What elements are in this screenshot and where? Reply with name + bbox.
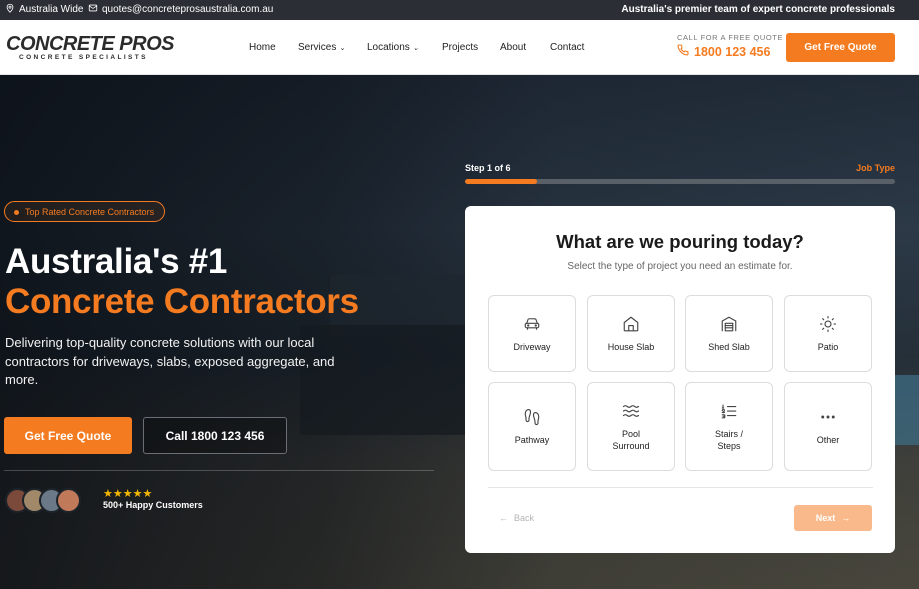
nav-contact[interactable]: Contact (550, 42, 584, 53)
progress-fill (465, 179, 537, 184)
hero-description: Delivering top-quality concrete solution… (5, 335, 335, 387)
footprints-icon (524, 408, 540, 425)
hero-heading-line2: Concrete Contractors (5, 282, 359, 321)
house-icon (623, 316, 639, 331)
nav-locations[interactable]: Locations ⌄ (367, 42, 419, 53)
call-label: CALL FOR A FREE QUOTE (677, 33, 784, 42)
logo-name: CONCRETE PROS (6, 33, 174, 55)
option-driveway[interactable]: Driveway (488, 295, 576, 372)
call-box[interactable]: CALL FOR A FREE QUOTE 1800 123 456 (677, 33, 783, 59)
customer-avatars (5, 488, 95, 514)
hero-heading-line1: Australia's #1 (5, 242, 228, 281)
rating-stars: ★★★★★ (103, 488, 153, 500)
back-button[interactable]: ← Back (499, 513, 534, 523)
step-progress-bar (465, 179, 895, 184)
more-icon (821, 415, 835, 418)
nav-home[interactable]: Home (249, 42, 276, 53)
list-steps-icon (721, 403, 737, 418)
chevron-down-icon: ⌄ (412, 44, 419, 52)
arrow-left-icon: ← (499, 513, 508, 523)
location-info: Australia Wide (5, 3, 83, 16)
top-info-bar: Australia Wide quotes@concreteprosaustra… (0, 0, 919, 20)
top-rated-badge: Top Rated Concrete Contractors (4, 201, 166, 222)
option-stairs-steps[interactable]: Stairs / Steps (685, 382, 773, 471)
logo[interactable]: CONCRETE PROS CONCRETE SPECIALISTS (6, 34, 174, 62)
quote-title: What are we pouring today? (556, 231, 804, 252)
mail-icon (88, 3, 98, 16)
nav-services[interactable]: Services ⌄ (298, 42, 345, 53)
happy-customers: 500+ Happy Customers (103, 500, 203, 510)
quote-subtitle: Select the type of project you need an e… (567, 261, 793, 272)
warehouse-icon (721, 316, 737, 331)
step-name: Job Type (856, 163, 895, 173)
car-icon (524, 317, 540, 330)
site-header: CONCRETE PROS CONCRETE SPECIALISTS Home … (0, 20, 919, 75)
option-other[interactable]: Other (784, 382, 872, 471)
next-button[interactable]: Next → (794, 505, 872, 531)
hero-call-button[interactable]: Call 1800 123 456 (143, 417, 287, 454)
sun-icon (819, 315, 837, 332)
option-patio[interactable]: Patio (784, 295, 872, 372)
option-shed-slab[interactable]: Shed Slab (685, 295, 773, 372)
waves-icon (622, 404, 640, 417)
avatar (56, 488, 81, 513)
logo-subtitle: CONCRETE SPECIALISTS (19, 54, 148, 61)
tagline: Australia's premier team of expert concr… (621, 4, 895, 15)
phone-number[interactable]: 1800 123 456 (677, 44, 783, 59)
email-link[interactable]: quotes@concreteprosaustralia.com.au (88, 3, 273, 16)
phone-icon (677, 44, 689, 59)
divider (4, 470, 434, 471)
map-pin-icon (5, 3, 15, 16)
quote-card: What are we pouring today? Select the ty… (465, 206, 895, 553)
option-pathway[interactable]: Pathway (488, 382, 576, 471)
location-text: Australia Wide (19, 4, 84, 15)
card-divider (488, 487, 873, 488)
nav-about[interactable]: About (500, 42, 526, 53)
option-house-slab[interactable]: House Slab (587, 295, 675, 372)
hero-get-quote-button[interactable]: Get Free Quote (4, 417, 132, 454)
header-get-quote-button[interactable]: Get Free Quote (786, 33, 895, 62)
chevron-down-icon: ⌄ (339, 44, 346, 52)
option-pool-surround[interactable]: Pool Surround (587, 382, 675, 471)
email-text: quotes@concreteprosaustralia.com.au (102, 4, 274, 15)
arrow-right-icon: → (841, 513, 851, 523)
nav-projects[interactable]: Projects (442, 42, 478, 53)
step-label: Step 1 of 6 (465, 163, 511, 173)
